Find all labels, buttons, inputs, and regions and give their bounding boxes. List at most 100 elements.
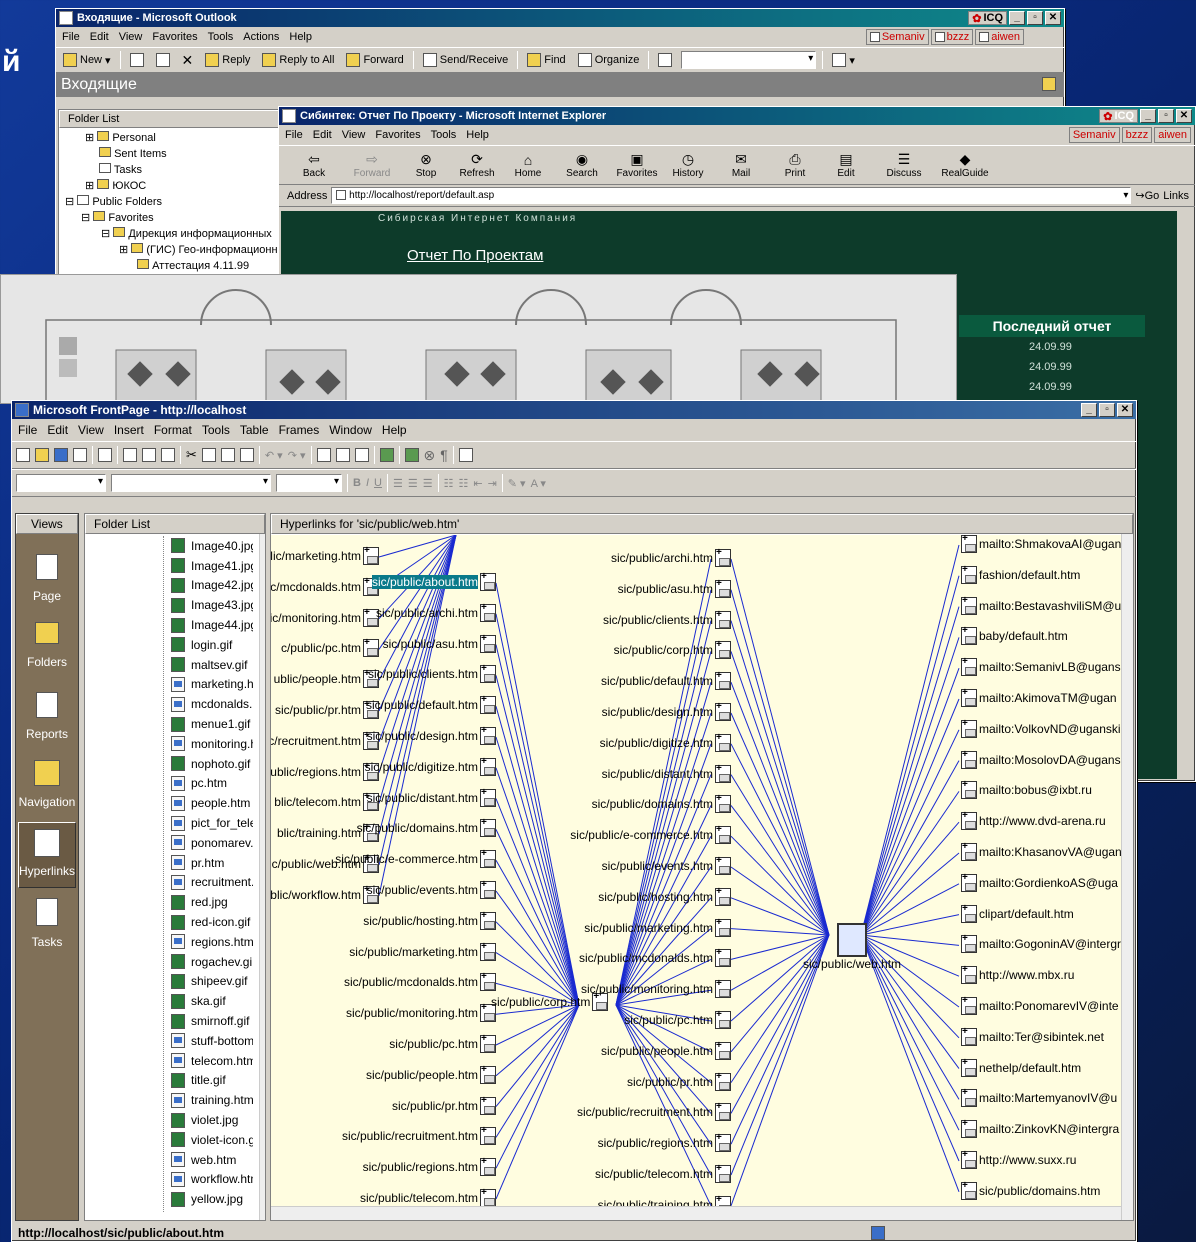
icq-button[interactable]: ✿ ICQ — [968, 11, 1007, 25]
hyperlink-node[interactable]: sic/public/events.htm — [602, 855, 731, 875]
view-hyperlinks[interactable]: Hyperlinks — [18, 822, 76, 888]
folder-list-file[interactable]: title.gif — [171, 1071, 253, 1091]
center-page-node[interactable]: sic/public/web.htm — [803, 923, 901, 971]
hyperlink-node[interactable]: sic/public/pr.htm — [627, 1071, 731, 1091]
folder-list-file[interactable]: people.htm — [171, 793, 253, 813]
align-center-icon[interactable]: ☰ — [408, 477, 418, 490]
italic-icon[interactable]: I — [366, 477, 369, 489]
print-button[interactable]: ⎙ Print — [769, 151, 821, 179]
hyperlink-node[interactable]: mailto:ZinkovKN@intergra — [961, 1118, 1119, 1139]
publish-icon[interactable] — [73, 448, 87, 462]
folder-directorate[interactable]: ⊟ Дирекция информационных — [61, 226, 281, 242]
folder-list-icon[interactable] — [98, 448, 112, 462]
delete-button[interactable]: ✕ — [179, 51, 197, 70]
hyperlink-node[interactable]: sic/public/asu.htm — [618, 578, 731, 598]
horizontal-scrollbar[interactable] — [271, 1206, 1123, 1220]
menu-edit[interactable]: Edit — [313, 129, 332, 141]
maximize-button[interactable]: ▫ — [1099, 403, 1115, 417]
hyperlink-node[interactable]: mailto:VolkovND@uganski — [961, 718, 1121, 738]
hyperlink-node[interactable]: sic/public/corp.htm — [614, 639, 731, 660]
hyperlink-node[interactable]: mailto:BestavashviliSM@u — [961, 595, 1121, 615]
folder-list-file[interactable]: pict_for_tele — [171, 813, 253, 833]
folder-list-file[interactable]: marketing.h — [171, 675, 253, 695]
menu-format[interactable]: Format — [154, 423, 192, 437]
bold-icon[interactable]: B — [353, 477, 361, 489]
paste-icon[interactable] — [220, 448, 235, 462]
contact-search-box[interactable]: ▾ — [681, 51, 817, 69]
folder-list-file[interactable]: recruitment. — [171, 873, 253, 893]
hyperlink-node[interactable]: mailto:Ter@sibintek.net — [961, 1026, 1104, 1046]
folder-list-file[interactable]: red-icon.gif — [171, 912, 253, 932]
vertical-scrollbar[interactable] — [1121, 534, 1133, 1220]
hyperlink-node[interactable]: http://www.suxx.ru — [961, 1149, 1076, 1169]
hyperlink-node[interactable]: sic/public/mcdonalds.htm — [579, 947, 731, 968]
minimize-button[interactable]: _ — [1081, 403, 1097, 417]
discuss-button[interactable]: ☰ Discuss — [871, 151, 937, 179]
help-icon[interactable] — [458, 448, 473, 462]
close-button[interactable]: ✕ — [1045, 11, 1061, 25]
view-reports[interactable]: Reports — [16, 692, 78, 741]
forward-button[interactable]: ⇨ Forward — [343, 151, 401, 179]
menu-favorites[interactable]: Favorites — [152, 31, 197, 43]
folder-list-file[interactable]: monitoring.h — [171, 734, 253, 754]
reply-button[interactable]: Reply — [202, 52, 253, 68]
save-icon[interactable] — [54, 448, 68, 462]
hyperlink-node[interactable]: ic/monitoring.htm — [271, 607, 379, 627]
icq-user-bzzz[interactable]: bzzz — [930, 29, 974, 45]
folder-list-file[interactable]: stuff-bottom — [171, 1031, 253, 1051]
hyperlink-node[interactable]: sic/public/marketing.htm — [349, 941, 496, 961]
hyperlink-node[interactable]: blic/workflow.htm — [271, 884, 379, 904]
hyperlink-node[interactable]: http://www.mbx.ru — [961, 964, 1074, 985]
hyperlink-node[interactable]: sic/public/digitize.htm — [365, 756, 496, 776]
go-button[interactable]: ↪Go — [1135, 189, 1159, 202]
folder-list-file[interactable]: violet.jpg — [171, 1110, 253, 1130]
hyperlink-node[interactable]: sic/public/e-commerce.htm — [335, 848, 496, 869]
folder-list-file[interactable]: ponomarev. — [171, 833, 253, 853]
print-icon[interactable] — [123, 448, 137, 462]
hyperlink-node[interactable]: sic/public/regions.htm — [363, 1156, 496, 1177]
menu-help[interactable]: Help — [382, 423, 407, 437]
hyperlink-node[interactable]: lic/marketing.htm — [271, 545, 379, 565]
close-button[interactable]: ✕ — [1176, 109, 1192, 123]
hyperlink-node[interactable]: sic/public/telecom.htm — [595, 1163, 731, 1183]
increase-indent-icon[interactable]: ⇥ — [488, 477, 497, 490]
format-painter-icon[interactable] — [239, 448, 254, 462]
favorites-button[interactable]: ▣ Favorites — [611, 151, 663, 179]
help-button[interactable]: ▾ — [829, 52, 858, 68]
hyperlink-node[interactable]: sic/public/domains.htm — [592, 793, 731, 814]
minimize-button[interactable]: _ — [1140, 109, 1156, 123]
print-button[interactable] — [127, 52, 147, 68]
insert-table-icon[interactable] — [335, 448, 350, 462]
icq-user-semaniv[interactable]: Semaniv — [1068, 127, 1120, 143]
font-select[interactable]: ▾ — [111, 474, 271, 492]
folder-list-file[interactable]: Image42.jpg — [171, 576, 253, 596]
copy-icon[interactable] — [201, 448, 216, 462]
hyperlink-node[interactable]: sic/public/default.htm — [601, 670, 731, 691]
menu-table[interactable]: Table — [240, 423, 269, 437]
hyperlink-node[interactable]: mailto:ShmakovaAI@ugan — [961, 535, 1121, 553]
hyperlink-icon[interactable] — [379, 448, 394, 462]
hyperlink-node[interactable]: c/mcdonalds.htm — [271, 576, 379, 596]
back-button[interactable]: ⇦ Back — [285, 151, 343, 179]
menu-file[interactable]: File — [285, 129, 303, 141]
hyperlink-node[interactable]: sic/public/hosting.htm — [363, 910, 496, 930]
folder-list-file[interactable]: nophoto.gif — [171, 754, 253, 774]
hyperlink-node[interactable]: mailto:MartemyanovIV@u — [961, 1087, 1117, 1108]
view-tasks[interactable]: Tasks — [16, 898, 78, 949]
stop-icon[interactable]: ⊗ — [424, 447, 436, 464]
hyperlink-node[interactable]: sic/public/domains.htm — [961, 1180, 1100, 1200]
hyperlink-node[interactable]: sic/public/design.htm — [367, 725, 496, 745]
hyperlink-node[interactable]: sic/public/pc.htm — [389, 1033, 496, 1053]
underline-icon[interactable]: U — [374, 477, 382, 489]
folder-list-file[interactable]: yellow.jpg — [171, 1189, 253, 1209]
reply-all-button[interactable]: Reply to All — [259, 52, 337, 68]
folder-list-file[interactable]: rogachev.gi — [171, 952, 253, 972]
hyperlink-node[interactable]: sic/public/mcdonalds.htm — [344, 971, 496, 992]
hyperlink-node[interactable]: mailto:PonomarevIV@inte — [961, 995, 1119, 1015]
decrease-indent-icon[interactable]: ⇤ — [473, 477, 482, 490]
show-all-icon[interactable]: ¶ — [440, 447, 448, 463]
folder-list-file[interactable]: training.htm — [171, 1090, 253, 1110]
hyperlink-node[interactable]: sic/public/people.htm — [366, 1064, 496, 1084]
menu-tools[interactable]: Tools — [208, 31, 234, 43]
hyperlink-node[interactable]: baby/default.htm — [961, 625, 1068, 646]
